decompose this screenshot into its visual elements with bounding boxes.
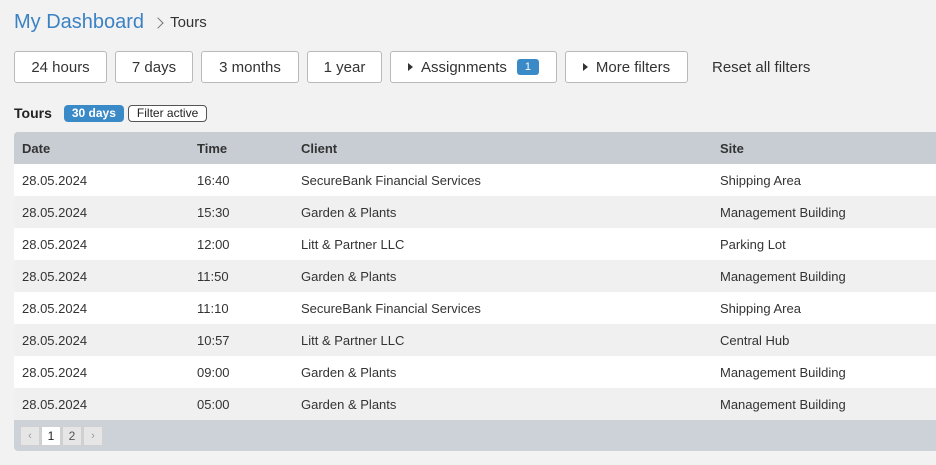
breadcrumb: My Dashboard Tours [14, 8, 207, 36]
reset-all-filters-link[interactable]: Reset all filters [712, 59, 810, 76]
cell-date: 28.05.2024 [22, 364, 88, 380]
column-header-client[interactable]: Client [301, 141, 337, 156]
breadcrumb-current: Tours [170, 13, 207, 31]
pagination: ‹ 1 2 › [14, 420, 936, 451]
cell-date: 28.05.2024 [22, 332, 88, 348]
cell-client: Litt & Partner LLC [301, 236, 405, 252]
filter-24-hours-button[interactable]: 24 hours [14, 51, 107, 83]
pagination-prev-button[interactable]: ‹ [20, 425, 40, 446]
cell-time: 15:30 [197, 204, 230, 220]
cell-time: 16:40 [197, 172, 230, 188]
cell-site: Management Building [720, 204, 846, 220]
cell-client: Garden & Plants [301, 204, 397, 220]
more-filters-button[interactable]: More filters [565, 51, 688, 83]
cell-site: Management Building [720, 364, 846, 380]
cell-time: 05:00 [197, 396, 230, 412]
range-badge: 30 days [63, 104, 124, 122]
table-row[interactable]: 28.05.2024 12:00 Litt & Partner LLC Park… [14, 228, 936, 260]
caret-right-icon [582, 63, 588, 71]
assignments-label: Assignments [421, 58, 507, 76]
cell-date: 28.05.2024 [22, 236, 88, 252]
assignments-filter-button[interactable]: Assignments 1 [390, 51, 557, 83]
chevron-right-icon [152, 17, 164, 29]
cell-client: Garden & Plants [301, 396, 397, 412]
cell-site: Management Building [720, 268, 846, 284]
cell-time: 11:10 [197, 300, 229, 316]
filter-7-days-button[interactable]: 7 days [115, 51, 193, 83]
column-header-time[interactable]: Time [197, 141, 227, 156]
cell-date: 28.05.2024 [22, 204, 88, 220]
table-row[interactable]: 28.05.2024 11:50 Garden & Plants Managem… [14, 260, 936, 292]
breadcrumb-root-link[interactable]: My Dashboard [14, 11, 144, 34]
column-header-site[interactable]: Site [720, 141, 744, 156]
table-row[interactable]: 28.05.2024 09:00 Garden & Plants Managem… [14, 356, 936, 388]
cell-client: Garden & Plants [301, 268, 397, 284]
table-row[interactable]: 28.05.2024 16:40 SecureBank Financial Se… [14, 164, 936, 196]
cell-time: 12:00 [197, 236, 230, 252]
caret-right-icon [408, 63, 413, 71]
cell-client: SecureBank Financial Services [301, 172, 481, 188]
cell-site: Shipping Area [720, 300, 801, 316]
assignments-count-badge: 1 [516, 59, 539, 75]
cell-site: Management Building [720, 396, 846, 412]
filter-bar: 24 hours 7 days 3 months 1 year Assignme… [14, 51, 810, 83]
table-row[interactable]: 28.05.2024 15:30 Garden & Plants Managem… [14, 196, 936, 228]
table-row[interactable]: 28.05.2024 11:10 SecureBank Financial Se… [14, 292, 936, 324]
pagination-page-1[interactable]: 1 [41, 425, 61, 446]
table-row[interactable]: 28.05.2024 10:57 Litt & Partner LLC Cent… [14, 324, 936, 356]
cell-client: Litt & Partner LLC [301, 332, 405, 348]
table-row[interactable]: 28.05.2024 05:00 Garden & Plants Managem… [14, 388, 936, 420]
cell-time: 09:00 [197, 364, 230, 380]
tours-table: Date Time Client Site 28.05.2024 16:40 S… [14, 132, 936, 451]
table-header: Date Time Client Site [14, 132, 936, 164]
cell-site: Central Hub [720, 332, 790, 348]
cell-client: Garden & Plants [301, 364, 397, 380]
cell-date: 28.05.2024 [22, 268, 88, 284]
cell-client: SecureBank Financial Services [301, 300, 481, 316]
cell-date: 28.05.2024 [22, 172, 88, 188]
filter-active-badge: Filter active [127, 104, 208, 122]
more-filters-label: More filters [595, 58, 671, 76]
section-title: Tours [14, 105, 52, 121]
cell-site: Shipping Area [720, 172, 801, 188]
cell-date: 28.05.2024 [22, 300, 88, 316]
pagination-page-2[interactable]: 2 [62, 425, 82, 446]
cell-site: Parking Lot [720, 236, 786, 252]
filter-3-months-button[interactable]: 3 months [201, 51, 299, 83]
tours-section-header: Tours 30 days Filter active [14, 104, 208, 122]
cell-time: 10:57 [197, 332, 230, 348]
cell-time: 11:50 [197, 268, 229, 284]
cell-date: 28.05.2024 [22, 396, 88, 412]
filter-1-year-button[interactable]: 1 year [307, 51, 382, 83]
column-header-date[interactable]: Date [22, 141, 50, 156]
pagination-next-button[interactable]: › [83, 425, 103, 446]
